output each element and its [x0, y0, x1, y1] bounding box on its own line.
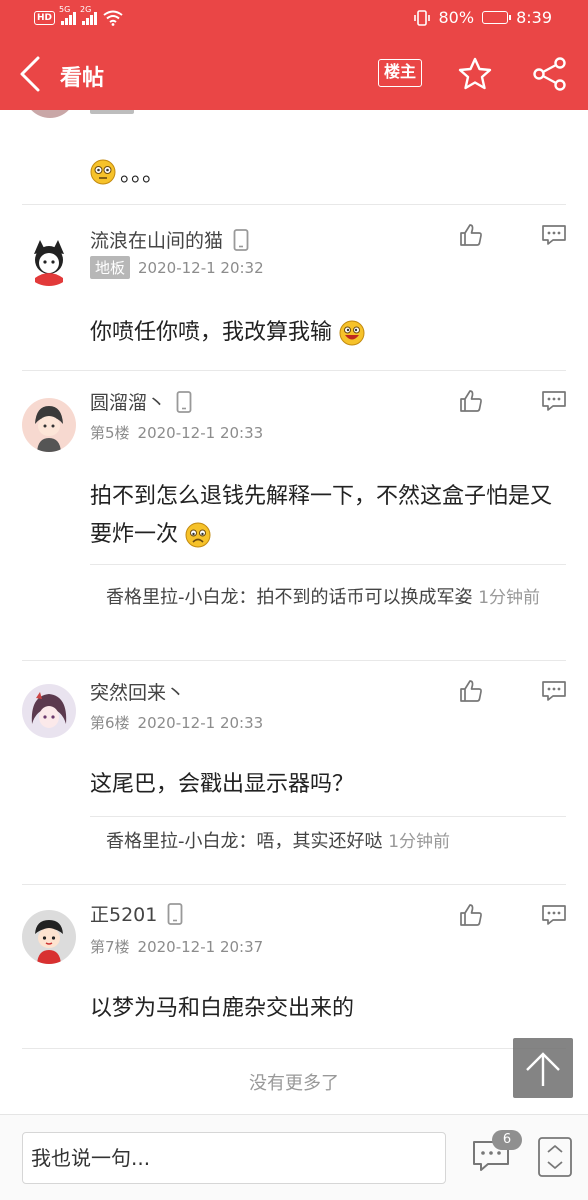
post-body: 以梦为马和白鹿杂交出来的 [90, 996, 355, 1021]
reply-time: 1分钟前 [478, 588, 541, 608]
floor-tag: 地板 [90, 256, 131, 279]
signal-icon: 5G [59, 5, 77, 25]
thumbs-up-icon[interactable] [458, 222, 484, 248]
reply-text: 唔，其实还好哒 [256, 831, 383, 852]
reply-item[interactable]: 香格里拉-小白龙：唔，其实还好哒 1分钟前 [90, 826, 566, 858]
avatar[interactable] [22, 684, 76, 738]
clock: 8:39 [516, 8, 552, 27]
page-title: 看帖 [60, 66, 105, 91]
nav-bar: 看帖 楼主 [0, 38, 588, 110]
reply-count-badge: 6 [492, 1130, 522, 1150]
floor-tag [90, 110, 134, 114]
page-switch-icon[interactable] [538, 1137, 572, 1177]
comment-icon[interactable] [541, 678, 567, 704]
reply-author: 香格里拉-小白龙： [106, 587, 257, 608]
post-item: 突然回来丶 第6楼 2020-12-1 20:33 这尾巴，会戳出显示器吗？ 香… [0, 660, 588, 884]
comment-icon[interactable] [541, 902, 567, 928]
scroll-to-top-button[interactable] [513, 1038, 573, 1098]
post-body: 拍不到怎么退钱先解释一下，不然这盒子怕是又要炸一次 [90, 484, 553, 548]
username[interactable]: 流浪在山间的猫 [90, 226, 249, 253]
no-more-label: 没有更多了 [249, 1073, 339, 1094]
post-meta: 第7楼 2020-12-1 20:37 [90, 936, 263, 957]
post-time: 2020-12-1 20:33 [137, 713, 264, 732]
floor-number: 第5楼 [90, 424, 130, 442]
phone-icon [233, 228, 249, 251]
post-body: 这尾巴，会戳出显示器吗？ [90, 772, 355, 797]
hd-icon: HD [34, 11, 56, 25]
phone-icon [176, 390, 192, 413]
post-meta: 第6楼 2020-12-1 20:33 [90, 712, 263, 733]
reply-author: 香格里拉-小白龙： [106, 831, 257, 852]
floor-number: 第6楼 [90, 714, 130, 732]
worried-emoji-icon [185, 522, 211, 548]
grin-emoji-icon [339, 320, 365, 346]
post-meta: 第5楼 2020-12-1 20:33 [90, 422, 263, 443]
wifi-icon [103, 10, 123, 26]
post-item: 圆溜溜丶 第5楼 2020-12-1 20:33 拍不到怎么退钱先解释一下，不然… [0, 370, 588, 660]
star-icon[interactable] [457, 56, 493, 92]
avatar[interactable] [24, 110, 76, 118]
share-icon[interactable] [532, 56, 568, 92]
reply-divider [90, 564, 566, 565]
reply-time: 1分钟前 [388, 832, 451, 852]
post-time: 2020-12-1 20:37 [137, 937, 264, 956]
thumbs-up-icon[interactable] [458, 388, 484, 414]
arrow-up-icon [526, 1052, 560, 1086]
phone-icon [167, 902, 183, 925]
divider [22, 1048, 566, 1049]
comment-input[interactable]: 我也说一句... [22, 1132, 446, 1184]
back-arrow-icon[interactable] [14, 54, 50, 94]
floor-number: 第7楼 [90, 938, 130, 956]
post-body: 你喷任你喷，我改算我输 [90, 314, 560, 352]
reply-text: 拍不到的话币可以换成军姿 [256, 587, 473, 608]
status-bar: HD 5G 2G 80% 8:39 [0, 0, 588, 38]
comment-icon[interactable] [541, 388, 567, 414]
username[interactable]: 圆溜溜丶 [90, 388, 192, 415]
battery-icon [482, 11, 512, 24]
reply-item[interactable]: 香格里拉-小白龙：拍不到的话币可以换成军姿 1分钟前 [90, 582, 566, 614]
reply-divider [90, 816, 566, 817]
post-time: 2020-12-1 20:33 [137, 423, 264, 442]
username[interactable]: 突然回来丶 [90, 678, 185, 705]
post-list: 。。。 流浪在山间的猫 地板 2020-12-1 20:32 你喷任你喷，我改算… [0, 110, 588, 1114]
bottom-bar: 我也说一句... 6 [0, 1114, 588, 1200]
vibrate-icon [413, 9, 430, 26]
comment-icon[interactable] [541, 222, 567, 248]
post-item: 正5201 第7楼 2020-12-1 20:37 以梦为马和白鹿杂交出来的 [0, 884, 588, 1048]
post-body: 。。。 [90, 156, 164, 188]
avatar[interactable] [22, 398, 76, 452]
dizzy-emoji-icon [90, 159, 116, 185]
signal-icon-2: 2G [80, 5, 98, 25]
thumbs-up-icon[interactable] [458, 902, 484, 928]
username[interactable]: 正5201 [90, 900, 183, 927]
thumbs-up-icon[interactable] [458, 678, 484, 704]
post-item: 流浪在山间的猫 地板 2020-12-1 20:32 你喷任你喷，我改算我输 [0, 204, 588, 370]
avatar[interactable] [22, 232, 76, 286]
post-meta: 地板 2020-12-1 20:32 [90, 256, 264, 279]
battery-percent: 80% [438, 8, 475, 27]
louzhu-filter-button[interactable]: 楼主 [378, 59, 422, 87]
avatar[interactable] [22, 910, 76, 964]
post-time: 2020-12-1 20:32 [138, 258, 264, 277]
